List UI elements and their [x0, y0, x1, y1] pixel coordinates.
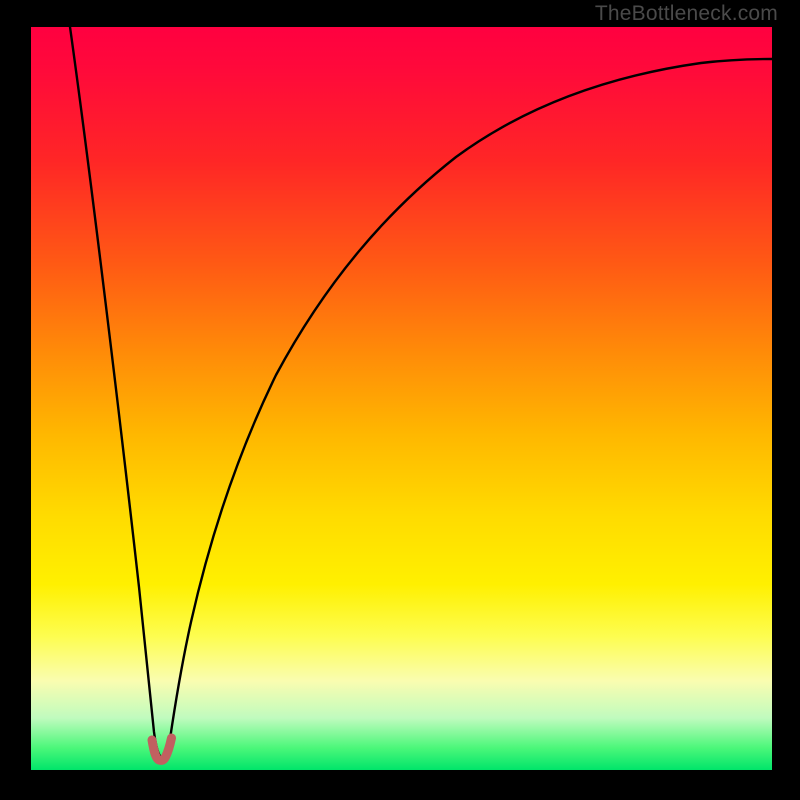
bottleneck-curve — [70, 27, 772, 758]
highlight-minimum — [152, 738, 172, 760]
plot-area — [31, 27, 772, 770]
curve-layer — [31, 27, 772, 770]
watermark-text: TheBottleneck.com — [595, 2, 778, 26]
chart-frame: TheBottleneck.com — [0, 0, 800, 800]
